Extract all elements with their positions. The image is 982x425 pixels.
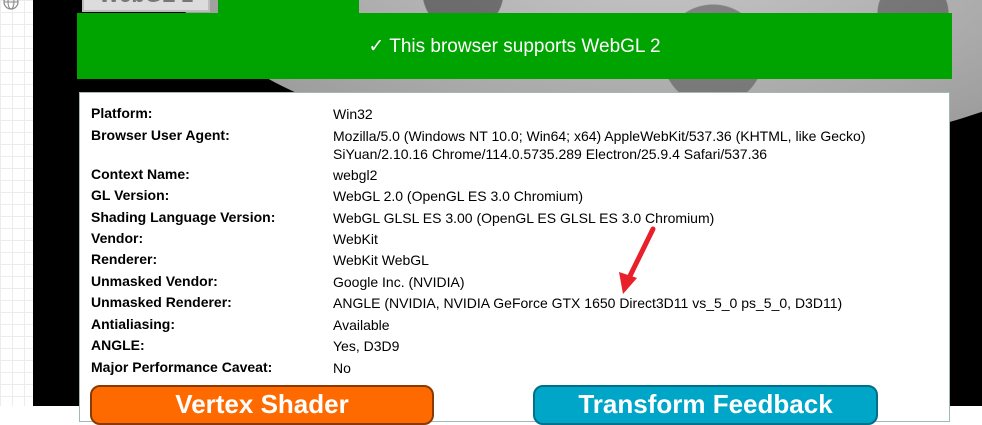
tab-webgl1[interactable]: WebGL 1: [82, 0, 210, 12]
info-value: Yes, D3D9: [333, 338, 400, 354]
globe-icon: [3, 0, 19, 10]
info-label: Context Name:: [91, 166, 190, 182]
vertex-shader-button[interactable]: Vertex Shader: [90, 385, 434, 425]
info-label: Platform:: [91, 105, 153, 121]
info-label: Antialiasing:: [91, 316, 176, 332]
webgl-support-banner: ✓ This browser supports WebGL 2: [77, 13, 952, 79]
info-value-continued: SiYuan/2.10.16 Chrome/114.0.5735.289 Ele…: [333, 146, 768, 162]
info-value: Win32: [333, 106, 373, 122]
transform-feedback-button[interactable]: Transform Feedback: [533, 385, 878, 425]
left-grid-strip: [0, 0, 33, 406]
annotation-arrow-icon: [619, 226, 656, 294]
info-label: Unmasked Renderer:: [91, 294, 232, 310]
info-value: Mozilla/5.0 (Windows NT 10.0; Win64; x64…: [333, 128, 866, 144]
info-value: Available: [333, 317, 390, 333]
info-value: WebKit: [333, 231, 378, 247]
info-label: Browser User Agent:: [91, 127, 230, 143]
info-value: ANGLE (NVIDIA, NVIDIA GeForce GTX 1650 D…: [333, 295, 843, 311]
info-label: Shading Language Version:: [91, 209, 276, 225]
tab-webgl2[interactable]: [218, 0, 359, 14]
info-label: Renderer:: [91, 251, 158, 267]
info-value: No: [333, 360, 351, 376]
info-label: ANGLE:: [91, 337, 145, 353]
banner-text: ✓ This browser supports WebGL 2: [368, 35, 661, 57]
info-label: Unmasked Vendor:: [91, 273, 218, 289]
info-value: WebGL 2.0 (OpenGL ES 3.0 Chromium): [333, 188, 584, 204]
info-label: Vendor:: [91, 230, 144, 246]
info-value: Google Inc. (NVIDIA): [333, 274, 465, 290]
info-value: WebKit WebGL: [333, 252, 429, 268]
info-value: webgl2: [333, 167, 378, 183]
info-label: GL Version:: [91, 187, 170, 203]
webgl-info-panel: Platform: Win32 Browser User Agent: Mozi…: [79, 92, 950, 422]
info-label: Major Performance Caveat:: [91, 359, 273, 375]
